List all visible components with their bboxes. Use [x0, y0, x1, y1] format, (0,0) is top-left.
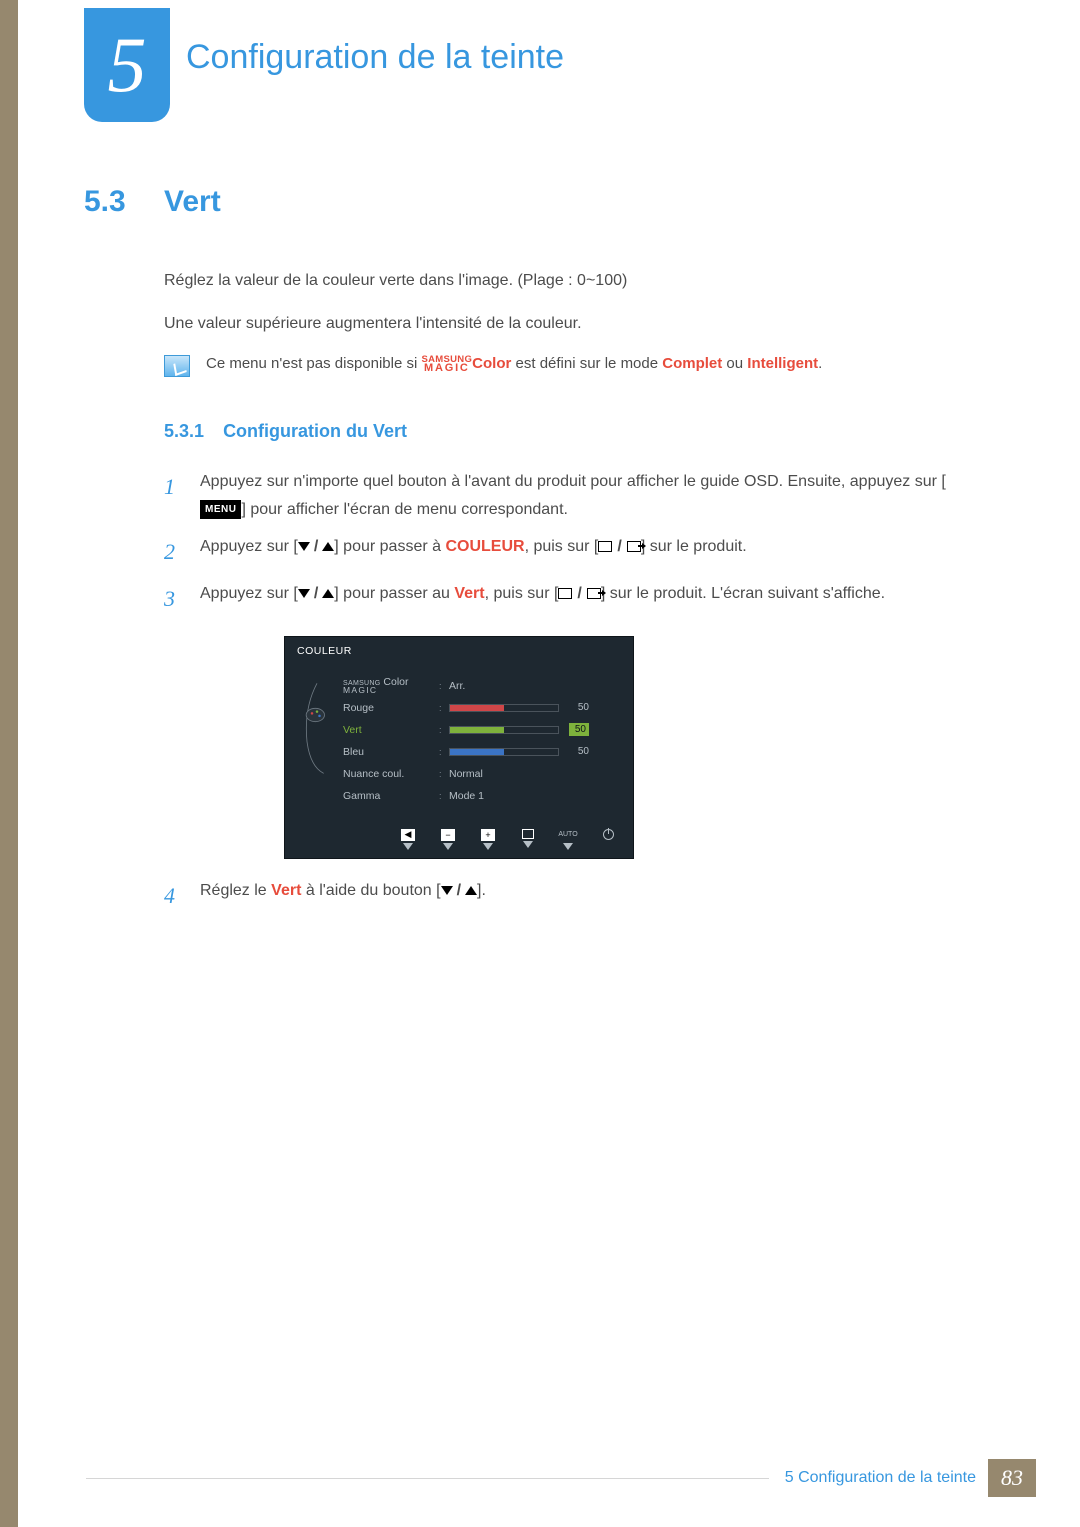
note-complet: Complet [662, 355, 722, 372]
osd-btn-back: ◀ [397, 829, 419, 850]
osd-row-gamma: Gamma : Mode 1 [343, 785, 619, 807]
intro-line-1: Réglez la valeur de la couleur verte dan… [164, 267, 984, 294]
step2-text-a: Appuyez sur [ [200, 538, 298, 555]
step-4: 4 Réglez le Vert à l'aide du bouton [/]. [164, 877, 984, 914]
osd-title: COULEUR [285, 637, 633, 661]
step1-text-a: Appuyez sur n'importe quel bouton à l'av… [200, 473, 946, 490]
osd-btn-power [597, 829, 619, 850]
note-block: Ce menu n'est pas disponible si SAMSUNGM… [164, 353, 984, 377]
page-footer: 5 Configuration de la teinte 83 [86, 1459, 1036, 1497]
osd-magic-logo: SAMSUNGMAGIC [343, 681, 381, 694]
down-up-arrow-icon: / [298, 580, 334, 607]
step2-keyword: COULEUR [445, 538, 524, 555]
step-2: 2 Appuyez sur [/] pour passer à COULEUR,… [164, 533, 984, 570]
osd-gamma-value: Mode 1 [449, 790, 484, 802]
osd-bleu-label: Bleu [343, 746, 439, 758]
osd-row-nuance: Nuance coul. : Normal [343, 763, 619, 785]
note-post: . [818, 355, 822, 372]
step3-text-d: ] sur le produit. L'écran suivant s'affi… [601, 585, 885, 602]
osd-rouge-value: 50 [569, 702, 589, 713]
osd-screenshot: COULEUR SAMSUNGMAGIC Color : Arr. Rouge … [284, 636, 634, 859]
footer-rule [86, 1478, 769, 1479]
magic-bot: MAGIC [424, 364, 470, 373]
page-number: 83 [988, 1459, 1036, 1497]
source-enter-icon: / [558, 580, 600, 607]
note-pre: Ce menu n'est pas disponible si [206, 355, 422, 372]
step-number: 1 [164, 468, 186, 522]
step2-text-d: ] sur le produit. [641, 538, 747, 555]
step1-text-b: ] pour afficher l'écran de menu correspo… [241, 501, 568, 518]
step2-text-b: ] pour passer à [334, 538, 445, 555]
power-icon [603, 829, 614, 840]
osd-nuance-value: Normal [449, 768, 483, 780]
osd-footer-buttons: ◀ − + AUTO [285, 825, 633, 858]
step3-text-c: , puis sur [ [485, 585, 559, 602]
osd-row-rouge: Rouge : 50 [343, 697, 619, 719]
step4-keyword: Vert [271, 882, 301, 899]
step4-text-b: à l'aide du bouton [ [301, 882, 440, 899]
step4-text-a: Réglez le [200, 882, 271, 899]
osd-nuance-label: Nuance coul. [343, 768, 439, 780]
step3-keyword: Vert [454, 585, 484, 602]
step-number: 4 [164, 877, 186, 914]
chapter-number: 5 [108, 20, 147, 110]
step-1: 1 Appuyez sur n'importe quel bouton à l'… [164, 468, 984, 522]
note-text: Ce menu n'est pas disponible si SAMSUNGM… [206, 353, 822, 376]
osd-gamma-label: Gamma [343, 790, 439, 802]
osd-vert-label: Vert [343, 724, 439, 736]
osd-btn-auto: AUTO [557, 829, 579, 850]
menu-button-icon: MENU [200, 500, 241, 519]
step2-text-c: , puis sur [ [525, 538, 599, 555]
osd-row-magiccolor: SAMSUNGMAGIC Color : Arr. [343, 675, 619, 697]
section-title: Vert [164, 185, 221, 219]
osd-palette-icon [299, 675, 335, 807]
intro-line-2: Une valeur supérieure augmentera l'inten… [164, 310, 984, 337]
osd-btn-enter [517, 829, 539, 850]
step4-text-c: ]. [477, 882, 486, 899]
subsection-heading: 5.3.1 Configuration du Vert [164, 421, 984, 442]
step-number: 2 [164, 533, 186, 570]
chapter-title: Configuration de la teinte [186, 38, 564, 77]
osd-magic-suffix: Color [381, 676, 409, 688]
note-icon [164, 355, 190, 377]
osd-magiccolor-value: Arr. [449, 680, 465, 692]
osd-row-vert: Vert : 50 [343, 719, 619, 741]
samsung-magic-logo: SAMSUNGMAGIC [422, 356, 473, 373]
step3-text-a: Appuyez sur [ [200, 585, 298, 602]
down-up-arrow-icon: / [441, 877, 477, 904]
footer-chapter-label: 5 Configuration de la teinte [785, 1469, 976, 1487]
step3-text-b: ] pour passer au [334, 585, 454, 602]
osd-vert-bar [449, 726, 559, 734]
down-up-arrow-icon: / [298, 533, 334, 560]
note-ou: ou [722, 355, 747, 372]
osd-bleu-value: 50 [569, 746, 589, 757]
source-enter-icon: / [598, 533, 640, 560]
subsection-number: 5.3.1 [164, 421, 204, 441]
step-3: 3 Appuyez sur [/] pour passer au Vert, p… [164, 580, 984, 617]
note-mid: est défini sur le mode [511, 355, 662, 372]
note-intelligent: Intelligent [747, 355, 818, 372]
magic-suffix: Color [472, 355, 511, 372]
step-number: 3 [164, 580, 186, 617]
osd-row-bleu: Bleu : 50 [343, 741, 619, 763]
osd-btn-plus: + [477, 829, 499, 850]
osd-btn-minus: − [437, 829, 459, 850]
subsection-title: Configuration du Vert [223, 421, 407, 441]
osd-vert-value: 50 [569, 723, 589, 736]
osd-rouge-bar [449, 704, 559, 712]
chapter-number-badge: 5 [84, 8, 170, 122]
osd-rouge-label: Rouge [343, 702, 439, 714]
left-stripe [0, 0, 18, 1527]
osd-bleu-bar [449, 748, 559, 756]
section-number: 5.3 [84, 185, 164, 219]
